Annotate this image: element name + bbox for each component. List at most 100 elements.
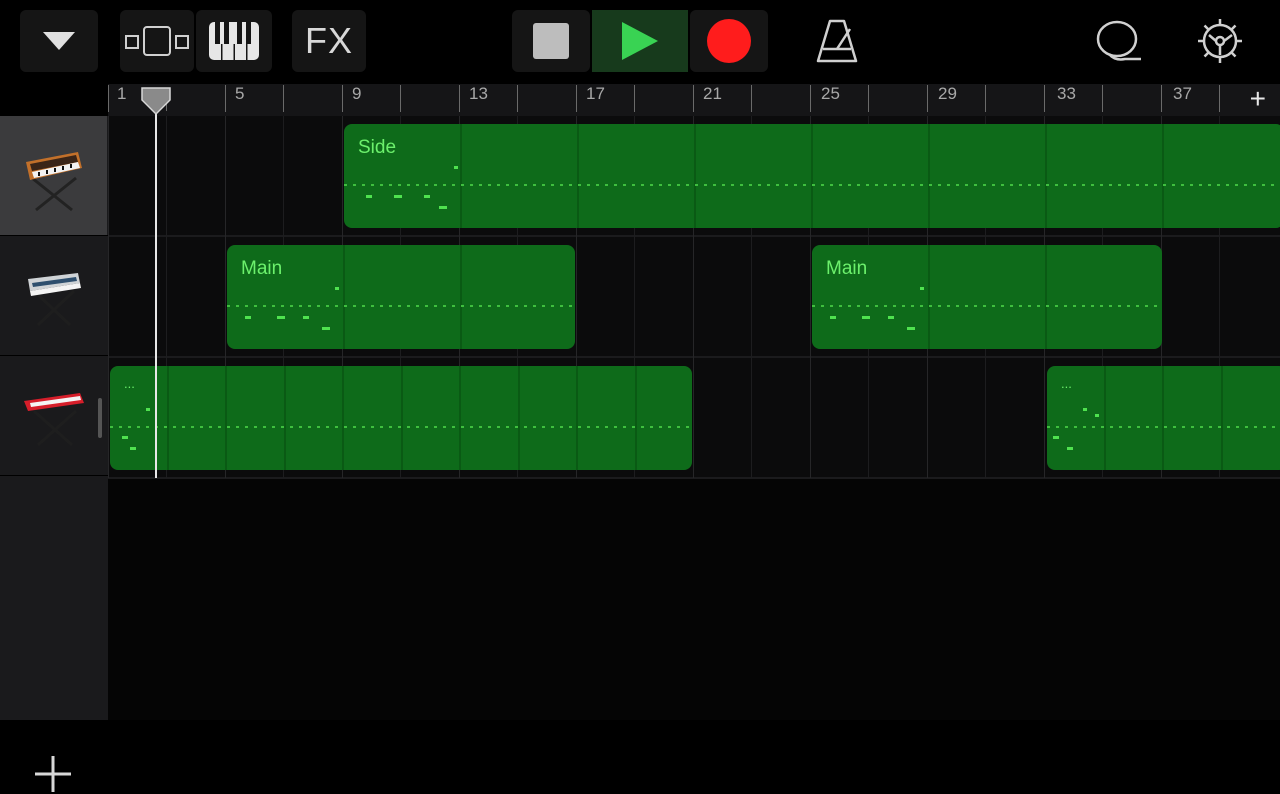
bar-number: 33: [1057, 84, 1076, 103]
tracks-menu-button[interactable]: [20, 10, 98, 72]
loop-boundary: [342, 366, 344, 470]
midi-notes: [812, 305, 1162, 307]
region-title: Main: [826, 258, 868, 279]
loop-boundary: [928, 124, 930, 228]
midi-notes: [110, 426, 692, 428]
midi-notes: [344, 184, 1280, 186]
midi-note: [830, 316, 836, 319]
play-icon: [622, 22, 658, 60]
loop-boundary: [1045, 245, 1047, 349]
region-title: ...: [1061, 376, 1072, 391]
bar-number: 1: [117, 84, 127, 103]
ruler-tick: [576, 85, 577, 112]
loop-boundary: [167, 366, 169, 470]
add-section-button[interactable]: +: [1250, 84, 1266, 114]
view-toggle-icon: [125, 26, 189, 56]
midi-note: [1053, 436, 1059, 439]
loop-boundary: [460, 124, 462, 228]
metronome-icon: [816, 19, 858, 63]
bar-number: 25: [821, 84, 840, 103]
track-header-1[interactable]: [0, 116, 107, 235]
timeline-ruler[interactable]: 1 5 9 13 17 21 25 29 33 37 +: [108, 84, 1280, 116]
settings-button[interactable]: [1186, 10, 1254, 72]
ruler-tick: [634, 85, 635, 112]
midi-note: [366, 195, 372, 198]
tracks-area[interactable]: Side Main Main ... ...: [108, 116, 1280, 720]
ruler-tick: [283, 85, 284, 112]
bar-number: 5: [235, 84, 245, 103]
midi-region-side[interactable]: Side: [344, 124, 1280, 228]
bar-number: 37: [1173, 84, 1192, 103]
add-track-plus-icon[interactable]: [33, 754, 73, 794]
ruler-tick: [459, 85, 460, 112]
stop-icon: [533, 23, 569, 59]
region-title: Side: [358, 137, 397, 158]
loop-boundary: [635, 366, 637, 470]
stop-button[interactable]: [512, 10, 590, 72]
settings-gear-icon: [1198, 19, 1242, 63]
ruler-tick: [751, 85, 752, 112]
ruler-tick: [342, 85, 343, 112]
midi-note: [907, 327, 915, 330]
midi-note: [322, 327, 330, 330]
loop-boundary: [1104, 366, 1106, 470]
playhead-handle-icon[interactable]: [140, 86, 172, 116]
midi-notes: [227, 305, 575, 307]
loops-button[interactable]: [1086, 10, 1154, 72]
ruler-tick: [517, 85, 518, 112]
loop-boundary: [460, 245, 462, 349]
control-bar: FX: [0, 0, 1280, 84]
bar-number: 21: [703, 84, 722, 103]
midi-note: [1067, 447, 1073, 450]
fx-button[interactable]: FX: [292, 10, 366, 72]
view-toggle-button[interactable]: [120, 10, 194, 72]
loop-lasso-icon: [1096, 20, 1141, 61]
ruler-tick: [868, 85, 869, 112]
midi-region-main-1[interactable]: Main: [227, 245, 575, 349]
ruler-tick: [400, 85, 401, 112]
midi-note: [130, 447, 136, 450]
loop-boundary: [518, 366, 520, 470]
loop-boundary: [694, 124, 696, 228]
bar-number: 13: [469, 84, 488, 103]
midi-region-main-2[interactable]: Main: [812, 245, 1162, 349]
midi-note: [888, 316, 894, 319]
record-button[interactable]: [690, 10, 768, 72]
midi-region-track3-a[interactable]: ...: [110, 366, 692, 470]
loop-boundary: [401, 366, 403, 470]
track-header-3[interactable]: [0, 356, 107, 475]
playhead-line[interactable]: [155, 100, 157, 478]
ruler-tick: [1219, 85, 1220, 112]
loop-boundary: [1045, 124, 1047, 228]
region-title: Main: [241, 258, 283, 279]
track-header-2[interactable]: [0, 236, 107, 355]
ruler-tick: [1044, 85, 1045, 112]
loop-boundary: [225, 366, 227, 470]
loop-boundary: [1221, 366, 1223, 470]
ruler-tick: [108, 85, 109, 112]
red-stage-keyboard-icon: [23, 392, 84, 446]
midi-note: [335, 287, 339, 290]
ruler-tick: [225, 85, 226, 112]
loop-boundary: [284, 366, 286, 470]
vintage-synth-icon: [25, 151, 82, 211]
loop-boundary: [343, 245, 345, 349]
grid-line: [108, 116, 109, 478]
loop-boundary: [1162, 124, 1164, 228]
metronome-button[interactable]: [802, 10, 872, 72]
ruler-tick: [810, 85, 811, 112]
midi-note: [146, 408, 150, 411]
ruler-tick: [693, 85, 694, 112]
loop-boundary: [577, 124, 579, 228]
midi-region-track3-b[interactable]: ...: [1047, 366, 1280, 470]
record-icon: [707, 19, 751, 63]
keyboard-synth-icon: [27, 272, 81, 326]
midi-note: [245, 316, 251, 319]
midi-note: [862, 316, 870, 319]
track-scroll-indicator[interactable]: [98, 398, 102, 438]
instrument-view-button[interactable]: [196, 10, 272, 72]
loop-boundary: [459, 366, 461, 470]
play-button[interactable]: [592, 10, 688, 72]
loop-boundary: [811, 124, 813, 228]
midi-note: [394, 195, 402, 198]
